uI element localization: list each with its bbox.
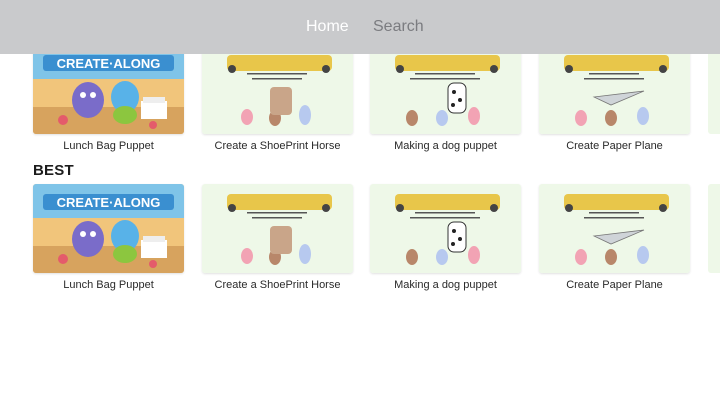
thumbnail-angels-attic <box>370 184 521 273</box>
video-card-dog-puppet[interactable]: Making a dog puppet <box>370 45 521 152</box>
thumbnail-create-along: CREATE·ALONG <box>33 45 184 134</box>
thumbnail-create-along: CREATE·ALONG <box>33 184 184 273</box>
thumbnail-angels-attic <box>539 184 690 273</box>
video-card-paper-plane[interactable]: Create Paper Plane <box>539 184 690 291</box>
video-card-shoeprint-horse[interactable]: Create a ShoePrint Horse <box>202 45 353 152</box>
tab-home[interactable]: Home <box>306 17 349 37</box>
video-card-lunch-bag-puppet[interactable]: CREATE·ALONG Lunch Bag Puppet <box>33 45 184 152</box>
video-card-shoeprint-horse[interactable]: Create a ShoePrint Horse <box>202 184 353 291</box>
thumbnail-angels-attic <box>370 45 521 134</box>
video-card-lunch-bag-puppet[interactable]: CREATE·ALONG Lunch Bag Puppet <box>33 184 184 291</box>
top-navigation-bar: Home Search <box>0 0 720 54</box>
tab-search[interactable]: Search <box>373 17 424 37</box>
video-card-dog-puppet[interactable]: Making a dog puppet <box>370 184 521 291</box>
next-card-peek[interactable] <box>708 184 720 273</box>
card-title: Create Paper Plane <box>566 140 663 152</box>
row-title: BEST <box>33 162 74 179</box>
thumbnail-angels-attic <box>202 184 353 273</box>
next-card-peek[interactable] <box>708 45 720 134</box>
thumbnail-angels-attic <box>202 45 353 134</box>
thumbnail-angels-attic <box>539 45 690 134</box>
video-card-paper-plane[interactable]: Create Paper Plane <box>539 45 690 152</box>
svg-text:CREATE·ALONG: CREATE·ALONG <box>57 195 161 210</box>
svg-text:CREATE·ALONG: CREATE·ALONG <box>57 56 161 71</box>
card-title: Create Paper Plane <box>566 279 663 291</box>
